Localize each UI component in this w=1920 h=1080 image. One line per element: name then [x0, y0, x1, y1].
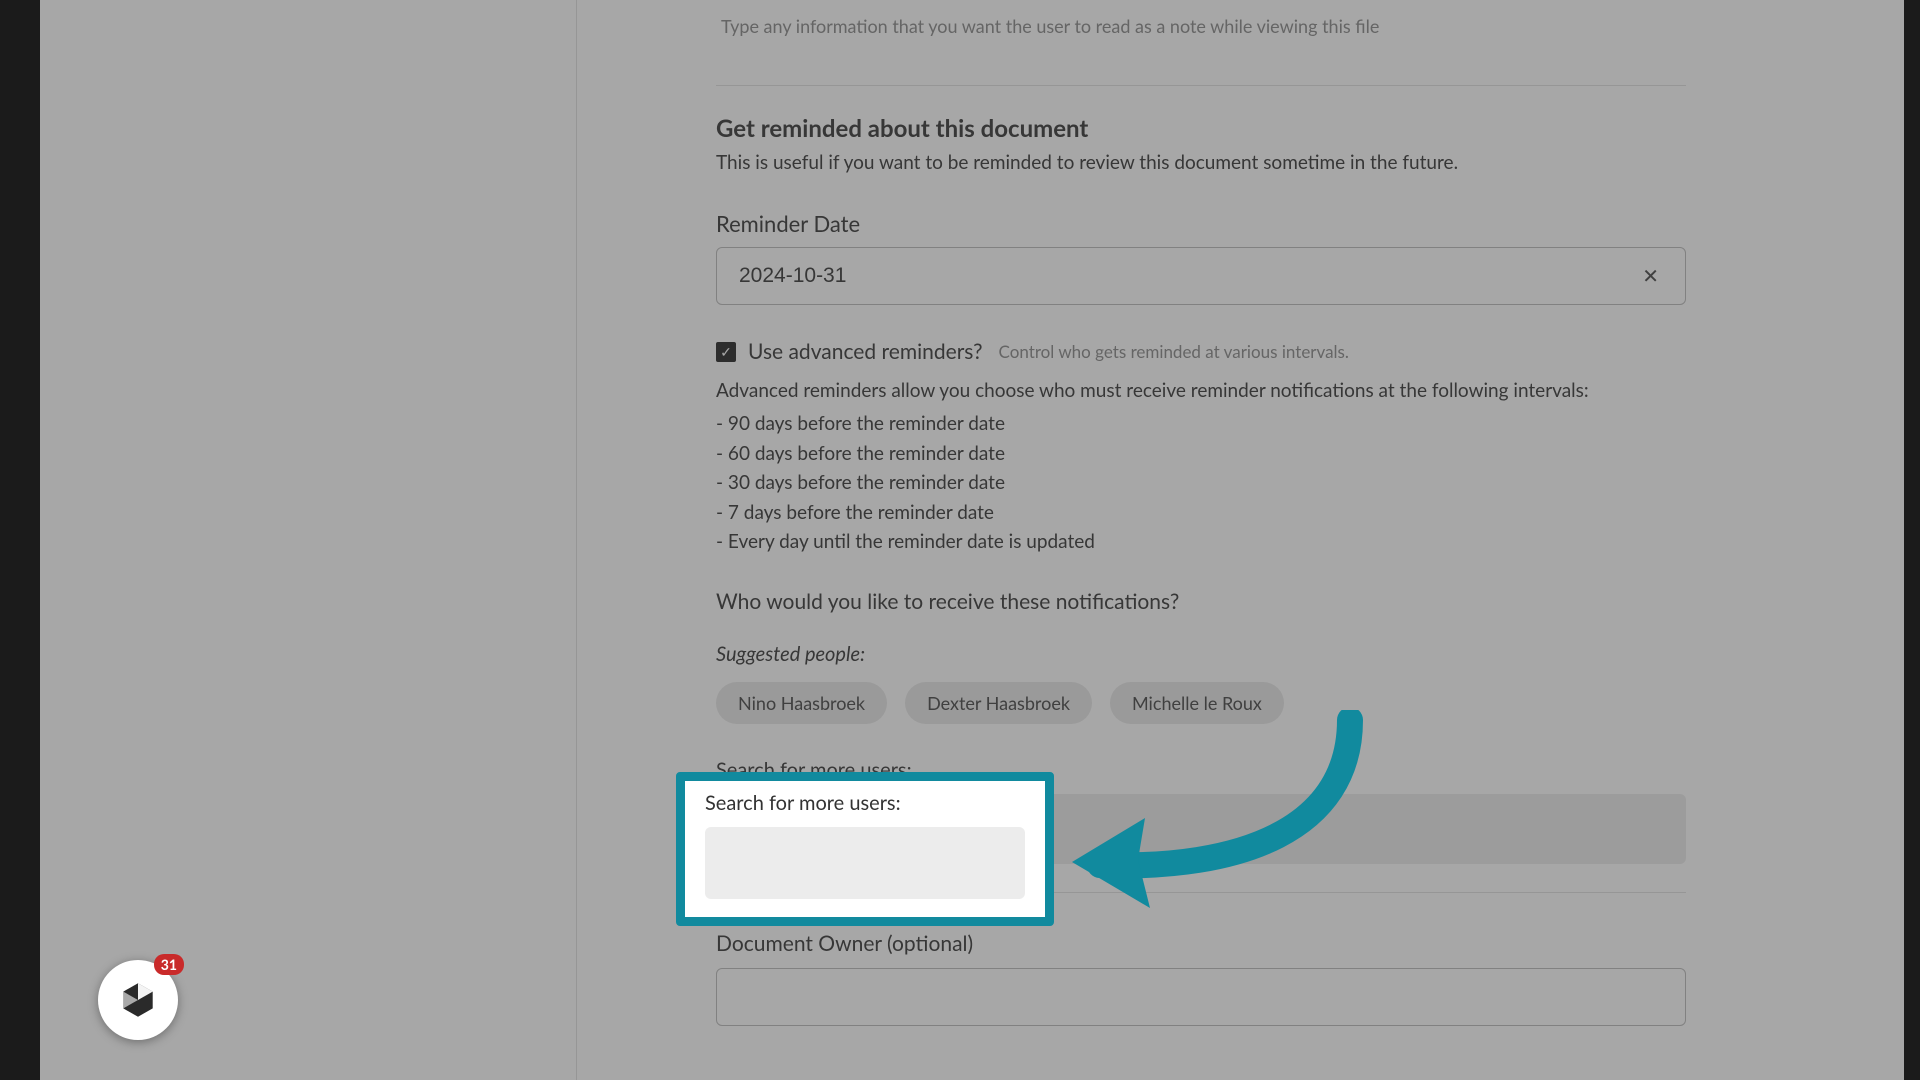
divider	[716, 85, 1686, 86]
reminder-subtext: This is useful if you want to be reminde…	[716, 151, 1686, 174]
reminder-date-label: Reminder Date	[716, 210, 1686, 237]
help-widget-logo-icon	[117, 979, 159, 1021]
document-owner-label: Document Owner (optional)	[716, 931, 1686, 956]
reminder-date-input[interactable]	[739, 264, 1638, 288]
reminder-heading: Get reminded about this document	[716, 114, 1686, 143]
clear-date-icon[interactable]: ✕	[1638, 264, 1663, 288]
advanced-reminders-label: Use advanced reminders?	[748, 339, 983, 364]
interval-line: - 90 days before the reminder date	[716, 409, 1686, 438]
search-users-field[interactable]	[705, 827, 1025, 899]
help-widget-button[interactable]: 31	[98, 960, 178, 1040]
suggested-person-chip[interactable]: Dexter Haasbroek	[905, 682, 1092, 724]
suggested-people-label: Suggested people:	[716, 642, 1686, 666]
who-notify-label: Who would you like to receive these noti…	[716, 589, 1686, 614]
search-users-label: Search for more users:	[705, 791, 1025, 815]
interval-line: - 7 days before the reminder date	[716, 498, 1686, 527]
reminder-date-field[interactable]: ✕	[716, 247, 1686, 305]
suggested-person-chip[interactable]: Nino Haasbroek	[716, 682, 887, 724]
search-users-input[interactable]	[741, 852, 1006, 875]
interval-line: - Every day until the reminder date is u…	[716, 527, 1686, 556]
document-owner-input[interactable]	[716, 968, 1686, 1026]
advanced-reminders-hint: Control who gets reminded at various int…	[999, 341, 1349, 362]
tutorial-highlight-box: Search for more users:	[676, 772, 1054, 926]
advanced-reminders-checkbox[interactable]: ✓	[716, 342, 736, 362]
suggested-person-chip[interactable]: Michelle le Roux	[1110, 682, 1284, 724]
help-widget-badge: 31	[154, 954, 184, 975]
notes-placeholder[interactable]: Type any information that you want the u…	[716, 15, 1686, 37]
interval-line: - 60 days before the reminder date	[716, 439, 1686, 468]
interval-line: - 30 days before the reminder date	[716, 468, 1686, 497]
advanced-intro-text: Advanced reminders allow you choose who …	[716, 376, 1686, 405]
suggested-people-chips: Nino Haasbroek Dexter Haasbroek Michelle…	[716, 682, 1686, 724]
